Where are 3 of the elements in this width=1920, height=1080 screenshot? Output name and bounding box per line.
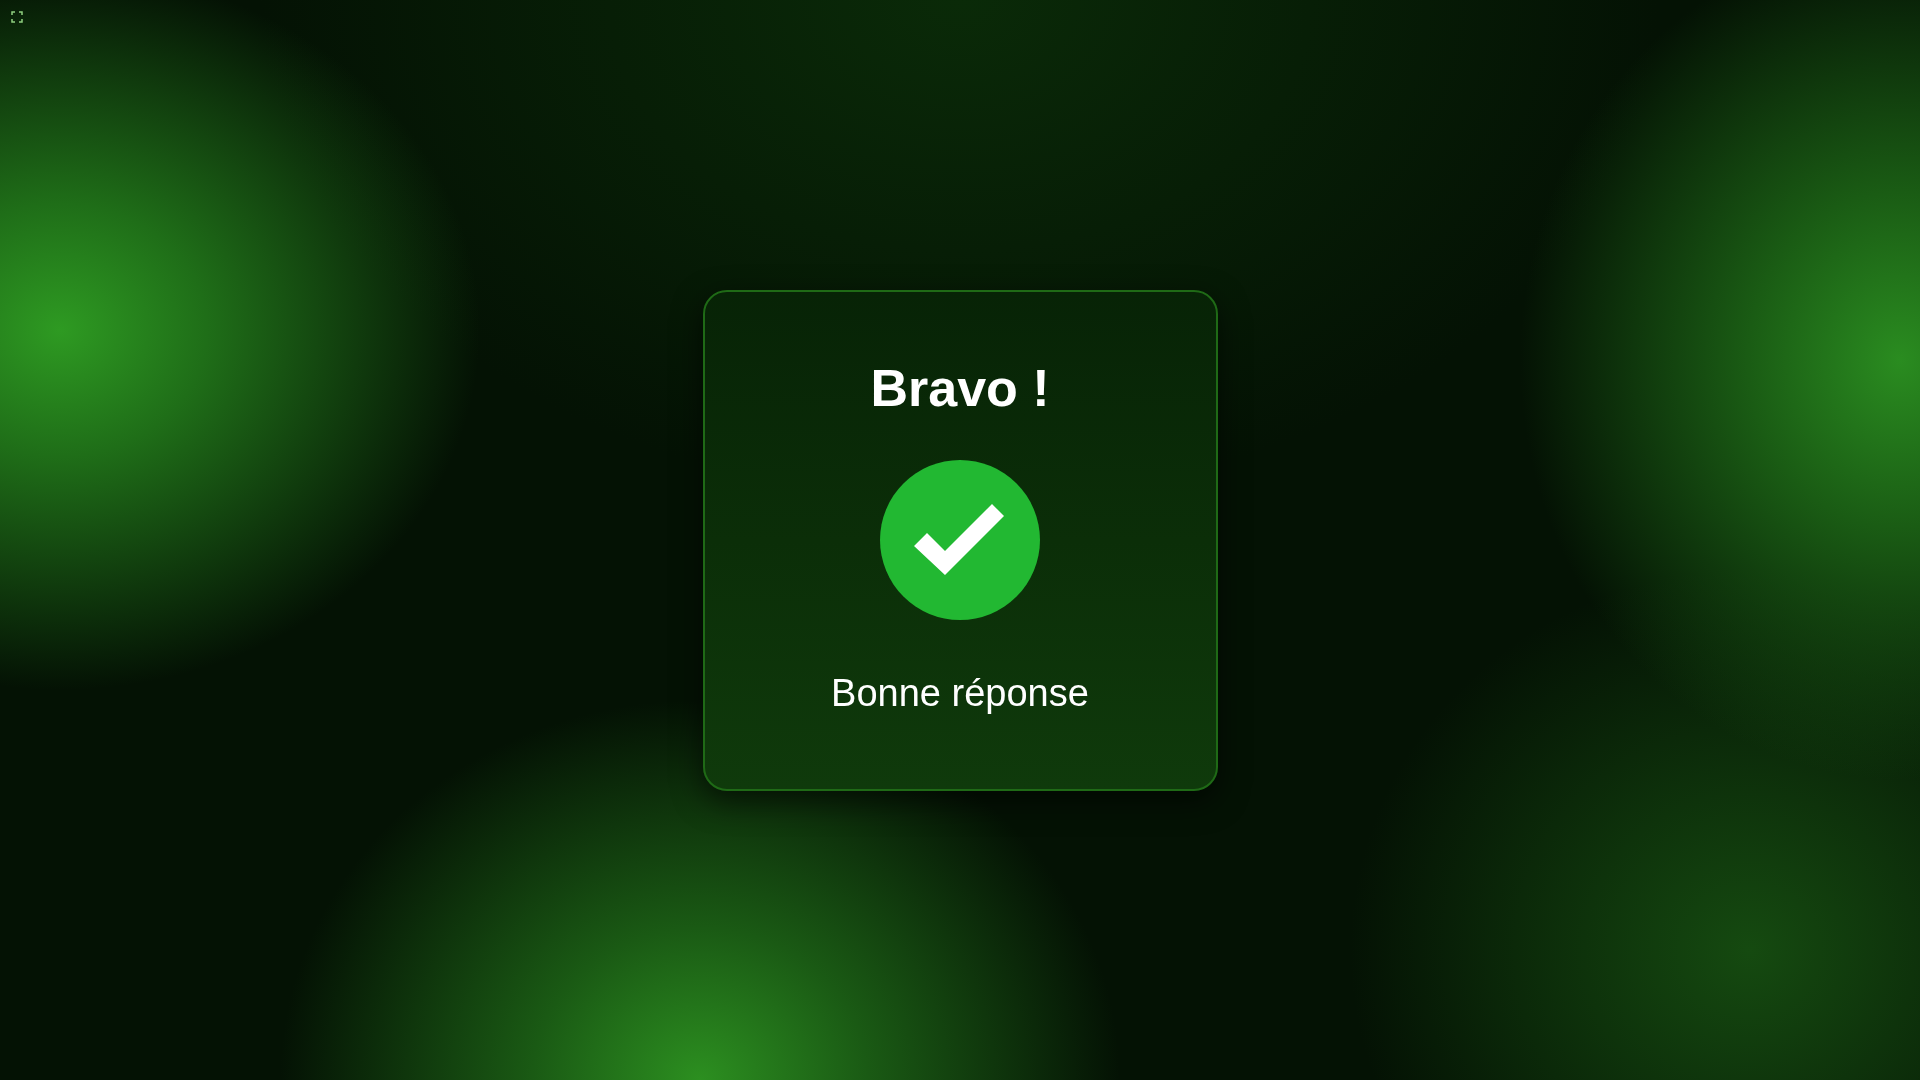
dialog-title: Bravo ! [870,361,1050,414]
result-message: Bonne réponse [831,673,1089,712]
fullscreen-icon[interactable] [11,11,23,23]
